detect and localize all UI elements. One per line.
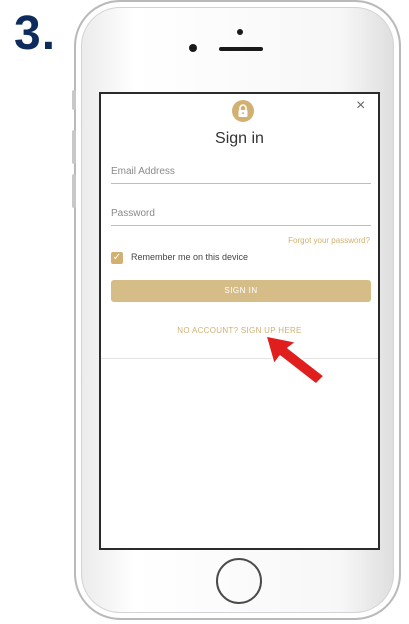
front-camera [237, 29, 243, 35]
close-icon[interactable]: × [356, 96, 365, 116]
pointer-arrow-icon [266, 336, 325, 385]
page-title: Sign in [215, 130, 264, 147]
phone-side-button [72, 174, 76, 208]
step-number: 3. [14, 7, 57, 60]
password-field[interactable]: Password [111, 208, 155, 219]
earpiece-speaker [219, 47, 263, 51]
modal-divider [101, 358, 378, 359]
signup-link[interactable]: NO ACCOUNT? SIGN UP HERE [101, 326, 378, 335]
email-field-underline [111, 183, 371, 184]
email-field[interactable]: Email Address [111, 166, 175, 177]
sensor-dot [189, 44, 197, 52]
signin-button[interactable]: SIGN IN [111, 280, 371, 302]
phone-side-button [72, 90, 76, 110]
phone-screen: × Sign in Email Address Password Forgot … [99, 92, 380, 550]
remember-label: Remember me on this device [131, 252, 249, 262]
lock-icon [232, 100, 254, 122]
forgot-password-link[interactable]: Forgot your password? [288, 236, 370, 245]
password-field-underline [111, 225, 371, 226]
phone-side-button [72, 130, 76, 164]
home-button [216, 558, 262, 604]
phone-frame: × Sign in Email Address Password Forgot … [72, 0, 401, 620]
remember-checkbox[interactable]: ✓ [111, 252, 123, 264]
checkmark-icon: ✓ [112, 252, 122, 263]
